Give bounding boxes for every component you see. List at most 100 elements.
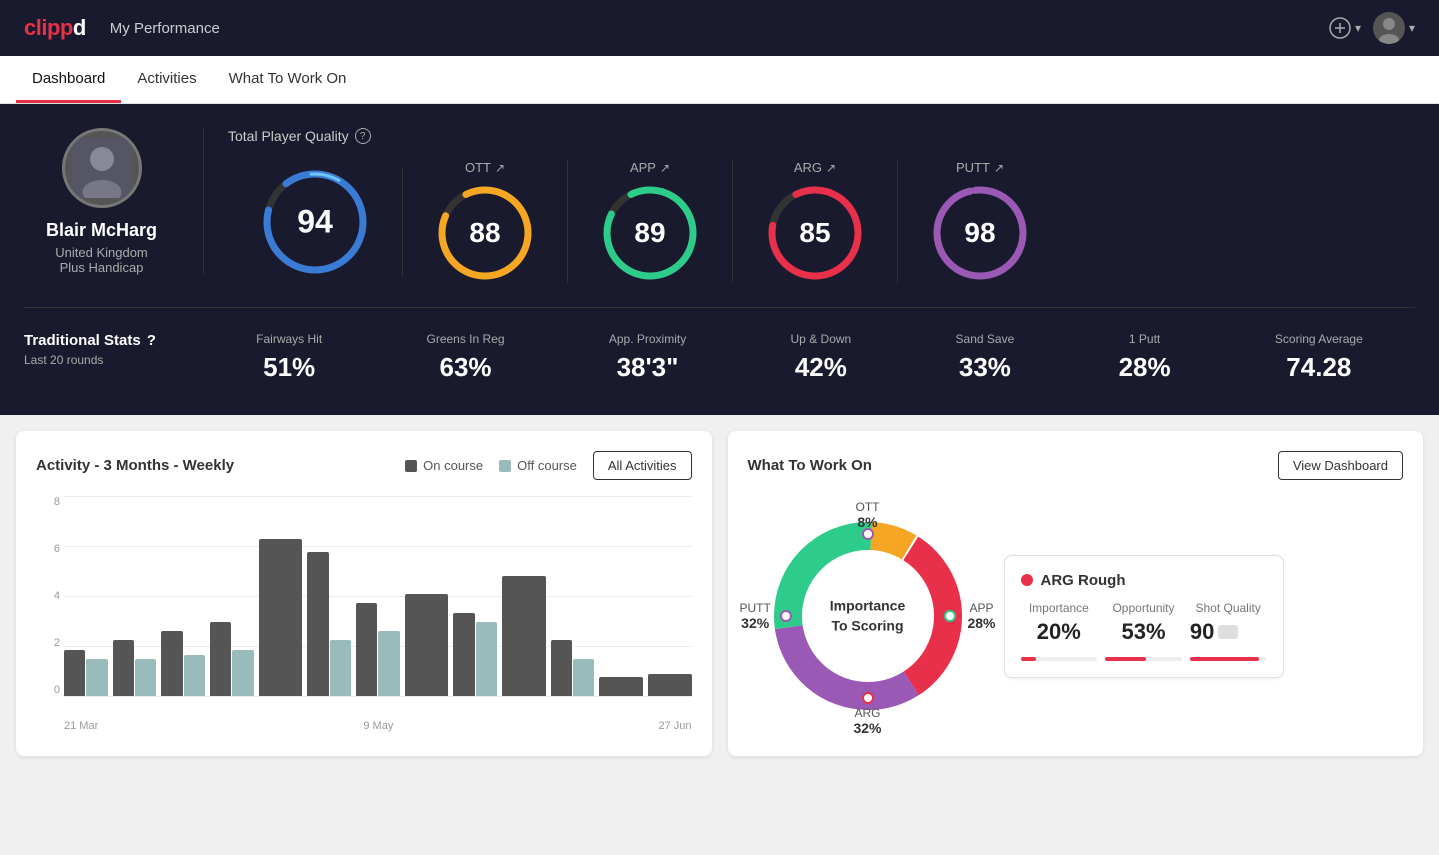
grid-line-0 bbox=[64, 696, 692, 697]
putt-segment-label: PUTT 32% bbox=[740, 601, 771, 631]
bar-offcourse-0 bbox=[86, 659, 107, 696]
player-info: Blair McHarg United Kingdom Plus Handica… bbox=[24, 128, 204, 275]
bar-group-10 bbox=[551, 496, 595, 696]
bar-oncourse-10 bbox=[551, 640, 572, 696]
bar-offcourse-10 bbox=[573, 659, 594, 696]
bar-group-8 bbox=[453, 496, 497, 696]
all-activities-button[interactable]: All Activities bbox=[593, 451, 692, 480]
main-score-circle: 94 bbox=[260, 167, 370, 277]
logo: clippd bbox=[24, 15, 86, 41]
ott-circle: 88 bbox=[435, 183, 535, 283]
score-ott: OTT ↗ 88 bbox=[403, 160, 568, 283]
header-right: ▾ ▾ bbox=[1329, 12, 1415, 44]
bar-group-9 bbox=[502, 496, 546, 696]
player-handicap: Plus Handicap bbox=[60, 260, 144, 275]
donut-section: ImportanceTo Scoring OTT 8% APP 28% ARG … bbox=[748, 496, 1404, 736]
arg-segment-label: ARG 32% bbox=[853, 706, 881, 736]
legend-oncourse: On course bbox=[405, 458, 483, 473]
chart-legend: On course Off course bbox=[405, 458, 577, 473]
work-on-metrics: Importance 20% Opportunity 53% Shot Qual… bbox=[1021, 601, 1267, 645]
stat-greens: Greens In Reg 63% bbox=[426, 332, 504, 383]
bar-offcourse-2 bbox=[184, 655, 205, 696]
activity-panel-title: Activity - 3 Months - Weekly bbox=[36, 457, 234, 474]
bar-group-5 bbox=[307, 496, 351, 696]
hero-section: Blair McHarg United Kingdom Plus Handica… bbox=[0, 104, 1439, 415]
bar-oncourse-3 bbox=[210, 622, 231, 696]
bar-offcourse-1 bbox=[135, 659, 156, 696]
bar-oncourse-6 bbox=[356, 603, 377, 696]
arg-score-value: 85 bbox=[799, 217, 830, 249]
bar-offcourse-5 bbox=[330, 640, 351, 696]
bar-shot-quality-fill bbox=[1190, 657, 1259, 661]
putt-label: PUTT ↗ bbox=[956, 160, 1004, 175]
bar-oncourse-11 bbox=[599, 677, 643, 696]
tpq-label: Total Player Quality ? bbox=[228, 128, 1415, 144]
arg-circle: 85 bbox=[765, 183, 865, 283]
arg-arrow-icon: ↗ bbox=[826, 161, 836, 175]
legend-oncourse-dot bbox=[405, 460, 417, 472]
bar-group-4 bbox=[259, 496, 303, 696]
bar-importance bbox=[1021, 657, 1098, 661]
chart-bars bbox=[64, 496, 692, 696]
bar-opportunity bbox=[1105, 657, 1182, 661]
player-country: United Kingdom bbox=[55, 245, 148, 260]
add-button[interactable]: ▾ bbox=[1329, 17, 1361, 39]
work-on-card: ARG Rough Importance 20% Opportunity 53%… bbox=[1004, 555, 1284, 678]
scores-grid: 94 OTT ↗ 88 bbox=[228, 160, 1415, 283]
bar-offcourse-6 bbox=[378, 631, 399, 696]
stat-sandsave: Sand Save 33% bbox=[956, 332, 1015, 383]
putt-arrow-icon: ↗ bbox=[994, 161, 1004, 175]
putt-score-value: 98 bbox=[964, 217, 995, 249]
bottom-section: Activity - 3 Months - Weekly On course O… bbox=[0, 415, 1439, 772]
activity-panel-header: Activity - 3 Months - Weekly On course O… bbox=[36, 451, 692, 480]
donut-center-text: ImportanceTo Scoring bbox=[830, 596, 905, 635]
work-on-card-title: ARG Rough bbox=[1021, 572, 1267, 589]
bar-oncourse-12 bbox=[648, 674, 692, 696]
bar-oncourse-4 bbox=[259, 539, 303, 696]
bar-group-1 bbox=[113, 496, 157, 696]
traditional-stats: Traditional Stats ? Last 20 rounds Fairw… bbox=[24, 307, 1415, 383]
tabs-bar: Dashboard Activities What To Work On bbox=[0, 56, 1439, 104]
stats-label-col: Traditional Stats ? Last 20 rounds bbox=[24, 332, 204, 367]
profile-button[interactable]: ▾ bbox=[1373, 12, 1415, 44]
score-putt: PUTT ↗ 98 bbox=[898, 160, 1062, 283]
ott-score-value: 88 bbox=[469, 217, 500, 249]
metric-opportunity: Opportunity 53% bbox=[1105, 601, 1182, 645]
score-app: APP ↗ 89 bbox=[568, 160, 733, 283]
what-to-work-on-panel: What To Work On View Dashboard bbox=[728, 431, 1424, 756]
scores-section: Total Player Quality ? 94 bbox=[204, 128, 1415, 283]
stats-title: Traditional Stats ? bbox=[24, 332, 180, 349]
header: clippd My Performance ▾ ▾ bbox=[0, 0, 1439, 56]
wtwon-header: What To Work On View Dashboard bbox=[748, 451, 1404, 480]
view-dashboard-button[interactable]: View Dashboard bbox=[1278, 451, 1403, 480]
stat-fairways: Fairways Hit 51% bbox=[256, 332, 322, 383]
app-arrow-icon: ↗ bbox=[660, 161, 670, 175]
stat-proximity: App. Proximity 38'3" bbox=[609, 332, 686, 383]
app-circle: 89 bbox=[600, 183, 700, 283]
activity-panel: Activity - 3 Months - Weekly On course O… bbox=[16, 431, 712, 756]
ott-label: OTT ↗ bbox=[465, 160, 505, 175]
stats-subtitle: Last 20 rounds bbox=[24, 353, 180, 367]
app-label: APP ↗ bbox=[630, 160, 670, 175]
metric-shot-quality: Shot Quality 90 bbox=[1190, 601, 1267, 645]
header-left: clippd My Performance bbox=[24, 15, 220, 41]
tab-activities[interactable]: Activities bbox=[121, 56, 212, 103]
chart-container: 8 6 4 2 0 bbox=[36, 496, 692, 716]
shot-quality-indicator bbox=[1218, 625, 1238, 639]
bar-shot-quality bbox=[1190, 657, 1267, 661]
tpq-help-icon[interactable]: ? bbox=[355, 128, 371, 144]
player-name: Blair McHarg bbox=[46, 220, 157, 241]
legend-offcourse: Off course bbox=[499, 458, 577, 473]
bar-group-2 bbox=[161, 496, 205, 696]
tab-what-to-work-on[interactable]: What To Work On bbox=[213, 56, 363, 103]
bar-oncourse-1 bbox=[113, 640, 134, 696]
chart-x-labels: 21 Mar 9 May 27 Jun bbox=[36, 720, 692, 732]
chart-y-axis: 8 6 4 2 0 bbox=[36, 496, 60, 696]
metric-importance: Importance 20% bbox=[1021, 601, 1098, 645]
bar-group-7 bbox=[405, 496, 449, 696]
stats-help-icon[interactable]: ? bbox=[147, 332, 156, 349]
bar-group-12 bbox=[648, 496, 692, 696]
tab-dashboard[interactable]: Dashboard bbox=[16, 56, 121, 103]
header-title: My Performance bbox=[110, 20, 220, 37]
bar-oncourse-7 bbox=[405, 594, 449, 696]
